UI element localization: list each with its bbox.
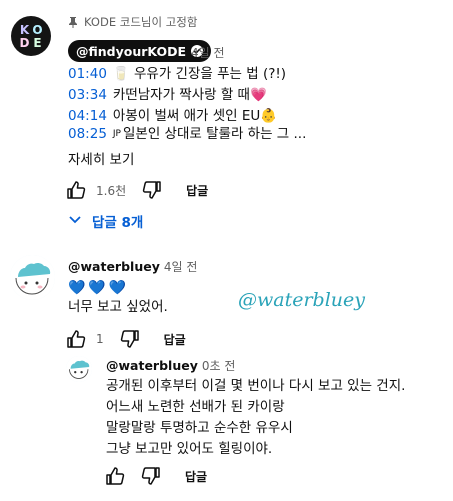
channel-avatar[interactable]: K O D E	[11, 16, 51, 56]
pinned-label: KODE 코드님이 고정함	[68, 14, 197, 30]
reply-header: @waterbluey 4일 전	[68, 258, 197, 275]
timestamp-link[interactable]: 01:40	[68, 64, 107, 84]
comment-line: 03:34 카떤남자가 짝사랑 할 때💗	[68, 85, 267, 105]
line-text: 일본인 상대로 탈룰라 하는 그 ...	[123, 126, 307, 142]
flag-prefix: JP	[112, 129, 121, 139]
hearts-emoji: 💙💙💙	[68, 280, 130, 296]
timestamp-link[interactable]: 03:34	[68, 85, 107, 105]
thumbs-down-icon[interactable]	[139, 464, 163, 488]
thumbs-up-icon[interactable]	[103, 464, 127, 488]
avatar[interactable]	[10, 255, 55, 300]
line-text: 카떤남자가 짝사랑 할 때💗	[112, 87, 267, 103]
cloud-avatar-icon	[66, 356, 92, 382]
reply-header: @waterbluey 0초 전	[106, 357, 235, 374]
comment-actions: 1 답글	[64, 327, 186, 351]
timestamp-link[interactable]: 08:25	[68, 124, 107, 144]
pinned-label-text: KODE 코드님이 고정함	[84, 15, 198, 29]
pin-icon	[68, 16, 78, 28]
line-text: 아봉이 벌써 애가 셋인 EU👶	[112, 108, 278, 124]
line-text: 🥛 우유가 긴장을 푸는 법 (?!)	[112, 66, 287, 82]
reply-button[interactable]: 답글	[164, 331, 186, 348]
thumbs-down-icon[interactable]	[140, 178, 164, 202]
like-count: 1	[96, 332, 104, 346]
comment-line: 04:14 아봉이 벌써 애가 셋인 EU👶	[68, 106, 277, 126]
author-name: @findyourKODE	[76, 43, 187, 59]
comment-actions: 답글	[103, 464, 207, 488]
reply-button[interactable]: 답글	[186, 182, 208, 199]
cloud-avatar-icon	[10, 255, 55, 300]
avatar[interactable]	[66, 356, 92, 382]
channel-logo: K O D E	[19, 22, 43, 50]
thumbs-up-icon[interactable]	[64, 178, 88, 202]
reply-line: 공개된 이후부터 이걸 몇 번이나 다시 보고 있는 건지.	[106, 378, 406, 394]
comment-actions: 1.6천 답글	[64, 178, 208, 202]
reply-text: 너무 보고 싶었어.	[68, 299, 168, 315]
reply-line: 어느새 노련한 선배가 된 카이랑	[106, 399, 285, 415]
reply-time[interactable]: 0초 전	[202, 357, 236, 374]
thumbs-down-icon[interactable]	[118, 327, 142, 351]
author-chip[interactable]: @findyourKODE	[68, 40, 212, 62]
read-more-link[interactable]: 자세히 보기	[68, 148, 134, 168]
reply-text: 공개된 이후부터 이걸 몇 번이나 다시 보고 있는 건지. 어느새 노련한 선…	[106, 376, 405, 460]
like-count: 1.6천	[96, 183, 127, 198]
chevron-down-icon	[68, 213, 82, 229]
comment-line: 01:40 🥛 우유가 긴장을 푸는 법 (?!)	[68, 64, 286, 84]
comment-line: 08:25 JP 일본인 상대로 탈룰라 하는 그 ...	[68, 124, 306, 144]
replies-toggle[interactable]: 답글 8개	[68, 211, 143, 231]
reply-line: 말랑말랑 투명하고 순수한 유우시	[106, 420, 293, 436]
reply-button[interactable]: 답글	[185, 468, 207, 485]
handwritten-signature: @waterbluey	[238, 289, 366, 311]
reply-author[interactable]: @waterbluey	[68, 259, 160, 274]
reply-author[interactable]: @waterbluey	[106, 358, 198, 373]
reply-time[interactable]: 4일 전	[164, 258, 198, 275]
comment-time[interactable]: 4일 전	[191, 44, 225, 61]
replies-toggle-label: 답글 8개	[92, 215, 144, 231]
thumbs-up-icon[interactable]	[64, 327, 88, 351]
timestamp-link[interactable]: 04:14	[68, 106, 107, 126]
reply-line: 그냥 보고만 있어도 힐링이야.	[106, 441, 273, 457]
